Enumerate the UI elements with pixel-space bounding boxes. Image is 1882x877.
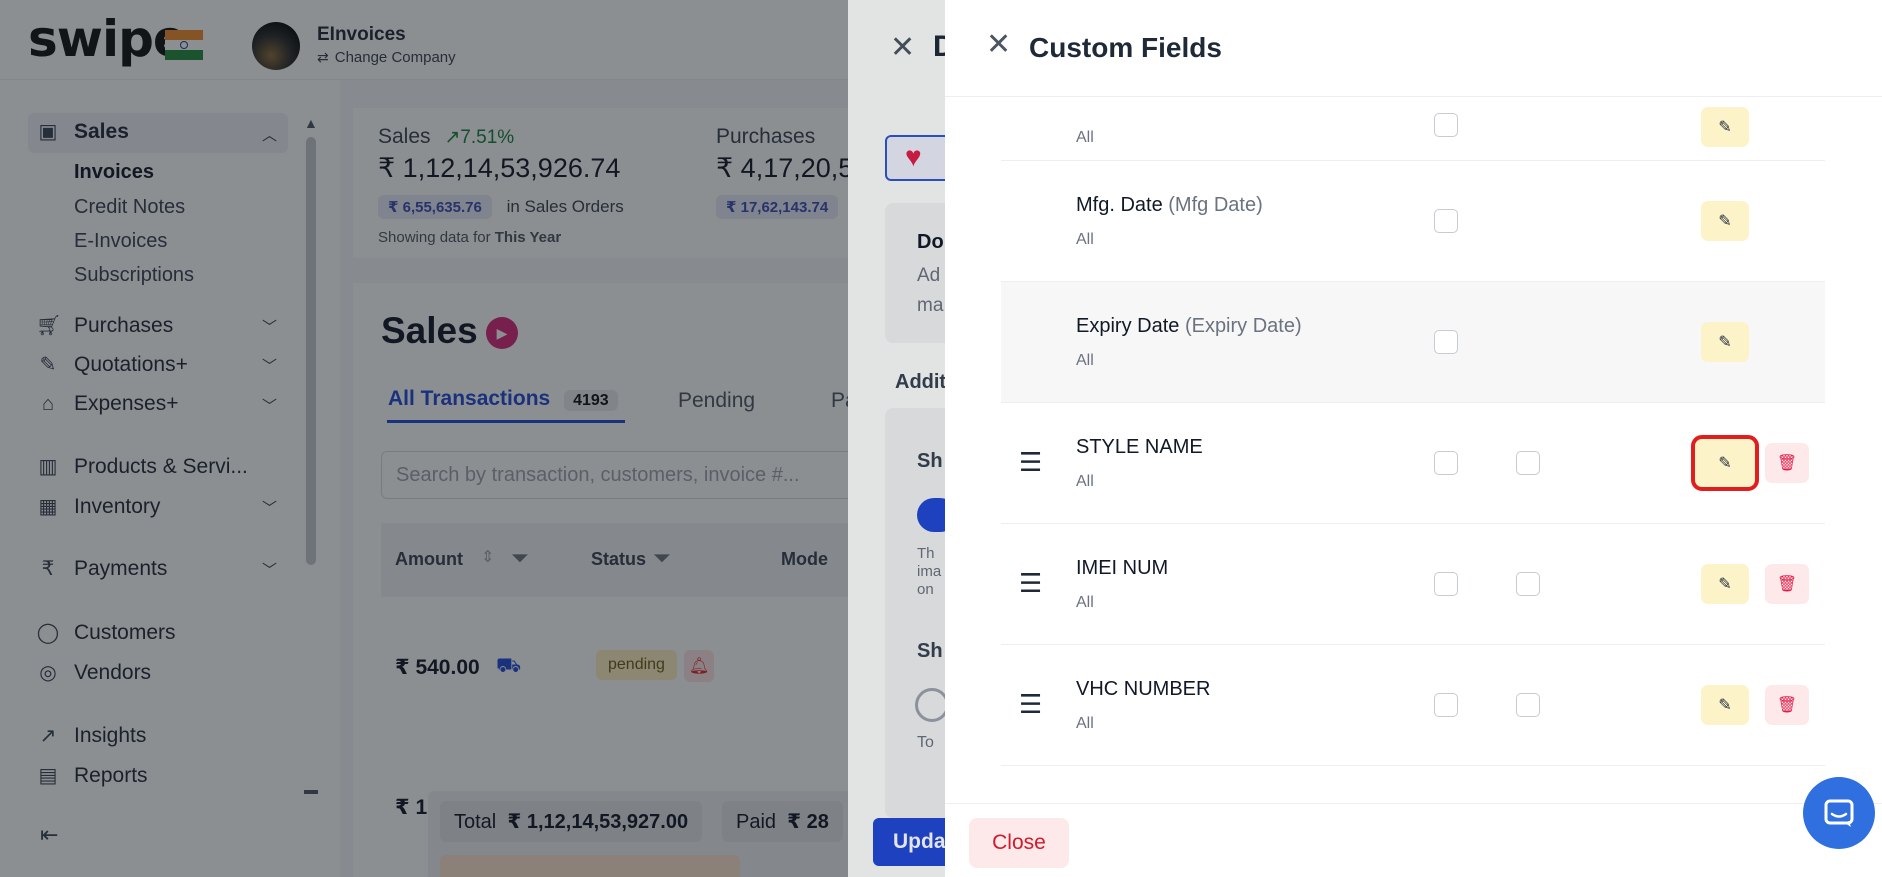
edit-icon: ✎: [1718, 455, 1732, 472]
trash-icon: 🗑︎: [1776, 576, 1798, 593]
edit-button[interactable]: ✎: [1701, 685, 1749, 725]
field-name: Mfg. Date (Mfg Date): [1076, 194, 1263, 216]
edit-button[interactable]: ✎: [1691, 435, 1759, 491]
checkbox[interactable]: [1516, 451, 1540, 475]
edit-button[interactable]: ✎: [1701, 107, 1749, 147]
field-scope: All: [1076, 715, 1094, 732]
edit-button[interactable]: ✎: [1701, 322, 1749, 362]
chat-support-button[interactable]: [1803, 777, 1875, 849]
edit-button[interactable]: ✎: [1701, 201, 1749, 241]
edit-icon: ✎: [1718, 334, 1732, 351]
field-name: VHC NUMBER: [1076, 678, 1211, 700]
field-scope: All: [1076, 129, 1094, 146]
list-item: ☰ STYLE NAME All ✎ 🗑︎: [1001, 403, 1825, 524]
drawer-footer: Close: [945, 803, 1882, 877]
checkbox[interactable]: [1434, 572, 1458, 596]
checkbox[interactable]: [1516, 572, 1540, 596]
edit-icon: ✎: [1718, 697, 1732, 714]
delete-button[interactable]: 🗑︎: [1765, 564, 1809, 604]
checkbox[interactable]: [1434, 693, 1458, 717]
list-item: All ✎: [1001, 97, 1825, 161]
field-scope: All: [1076, 473, 1094, 490]
close-button[interactable]: Close: [969, 818, 1069, 868]
field-scope: All: [1076, 352, 1094, 369]
chat-icon: [1824, 799, 1854, 827]
list-item: ☰ VHC NUMBER All ✎ 🗑︎: [1001, 645, 1825, 766]
drawer-title: Custom Fields: [1029, 32, 1222, 63]
custom-fields-body: All ✎ Mfg. Date (Mfg Date) All ✎ Expiry …: [945, 97, 1882, 803]
trash-icon: 🗑︎: [1776, 697, 1798, 714]
trash-icon: 🗑︎: [1776, 455, 1798, 472]
checkbox[interactable]: [1516, 693, 1540, 717]
field-name: IMEI NUM: [1076, 557, 1169, 579]
drawer-header: ✕ Custom Fields: [945, 0, 1882, 97]
delete-button[interactable]: 🗑︎: [1765, 443, 1809, 483]
checkbox[interactable]: [1434, 330, 1458, 354]
custom-fields-drawer: ✕ Custom Fields All ✎ Mfg. Date (Mfg Dat…: [945, 0, 1882, 877]
list-item: ☰ IMEI NUM All ✎ 🗑︎: [1001, 524, 1825, 645]
edit-icon: ✎: [1718, 119, 1732, 136]
delete-button[interactable]: 🗑︎: [1765, 685, 1809, 725]
edit-icon: ✎: [1718, 213, 1732, 230]
checkbox[interactable]: [1434, 113, 1458, 137]
edit-button[interactable]: ✎: [1701, 564, 1749, 604]
checkbox[interactable]: [1434, 209, 1458, 233]
close-icon[interactable]: ✕: [986, 30, 1011, 60]
field-scope: All: [1076, 231, 1094, 248]
field-name: STYLE NAME: [1076, 436, 1203, 458]
drag-handle-icon[interactable]: ☰: [1019, 449, 1042, 475]
edit-icon: ✎: [1718, 576, 1732, 593]
checkbox[interactable]: [1434, 451, 1458, 475]
drag-handle-icon[interactable]: ☰: [1019, 570, 1042, 596]
list-item: Expiry Date (Expiry Date) All ✎: [1001, 282, 1825, 403]
drag-handle-icon[interactable]: ☰: [1019, 691, 1042, 717]
field-scope: All: [1076, 594, 1094, 611]
list-item: Mfg. Date (Mfg Date) All ✎: [1001, 161, 1825, 282]
field-name: Expiry Date (Expiry Date): [1076, 315, 1302, 337]
